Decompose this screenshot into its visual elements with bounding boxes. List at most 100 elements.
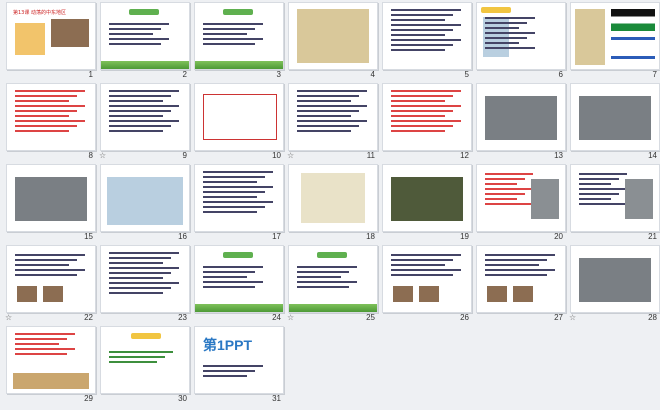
slide-thumbnail-cell[interactable]: 15 <box>3 164 97 244</box>
slide-decoration <box>109 267 179 269</box>
slide-thumbnail-cell[interactable]: 27 <box>473 245 567 325</box>
slide-number: 23 <box>178 313 187 322</box>
slide-decoration <box>485 17 535 19</box>
slide-thumbnail[interactable] <box>288 164 378 232</box>
slide-decoration <box>625 179 653 219</box>
slide-decoration <box>15 259 77 261</box>
slide-transition-star-icon: ☆ <box>287 313 295 322</box>
slide-thumbnail[interactable] <box>382 245 472 313</box>
slide-decoration <box>15 254 85 256</box>
slide-thumbnail-cell[interactable]: 30 <box>97 326 191 406</box>
slide-thumbnail[interactable] <box>194 245 284 313</box>
slide-thumbnail-cell[interactable]: ☆ 11 <box>285 83 379 163</box>
slide-thumbnail-cell[interactable]: 3 <box>191 2 285 82</box>
slide-decoration <box>15 125 77 127</box>
slide-thumbnail[interactable] <box>476 2 566 70</box>
slide-thumbnail[interactable] <box>382 164 472 232</box>
slide-decoration <box>109 351 173 353</box>
slide-transition-star-icon: ☆ <box>5 313 13 322</box>
slide-number: 17 <box>272 232 281 241</box>
slide-thumbnail-cell[interactable]: 7 <box>567 2 660 82</box>
slide-decoration <box>203 286 255 288</box>
slide-thumbnail-cell[interactable]: 2 <box>97 2 191 82</box>
slide-thumbnail-cell[interactable]: 5 <box>379 2 473 82</box>
slide-thumbnail-cell[interactable]: 29 <box>3 326 97 406</box>
slide-number: 31 <box>272 394 281 403</box>
slide-thumbnail-cell[interactable]: 17 <box>191 164 285 244</box>
slide-decoration <box>15 269 85 271</box>
slide-number: 29 <box>84 394 93 403</box>
slide-thumbnail-cell[interactable]: 第13课 动荡的中东地区 1 <box>3 2 97 82</box>
slide-thumbnail-cell[interactable]: 24 <box>191 245 285 325</box>
slide-thumbnail[interactable] <box>570 164 660 232</box>
slide-thumbnail[interactable] <box>6 326 96 394</box>
slide-thumbnail-cell[interactable]: 6 <box>473 2 567 82</box>
slide-decoration <box>391 19 445 21</box>
slide-number: 28 <box>648 313 657 322</box>
slide-thumbnail[interactable] <box>100 2 190 70</box>
slide-decoration <box>15 130 69 132</box>
slide-thumbnail[interactable] <box>194 164 284 232</box>
slide-number: 16 <box>178 232 187 241</box>
slide-thumbnail-cell[interactable]: 26 <box>379 245 473 325</box>
slide-decoration <box>485 47 535 49</box>
slide-thumbnail-cell[interactable]: 18 <box>285 164 379 244</box>
slide-thumbnail-cell[interactable]: 10 <box>191 83 285 163</box>
slide-thumbnail-cell[interactable]: 19 <box>379 164 473 244</box>
slide-thumbnail-cell[interactable]: ☆ 25 <box>285 245 379 325</box>
slide-thumbnail[interactable] <box>570 245 660 313</box>
slide-thumbnail[interactable]: 第13课 动荡的中东地区 <box>6 2 96 70</box>
slide-decoration <box>485 259 547 261</box>
slide-decoration <box>109 115 163 117</box>
slide-thumbnail-cell[interactable]: 20 <box>473 164 567 244</box>
slide-decoration <box>297 266 357 268</box>
slide-number: 3 <box>276 70 281 79</box>
slide-thumbnail-cell[interactable]: 21 <box>567 164 660 244</box>
slide-thumbnail-cell[interactable]: 8 <box>3 83 97 163</box>
slide-thumbnail[interactable] <box>100 83 190 151</box>
slide-decoration <box>485 193 525 195</box>
slide-sorter-grid: 第13课 动荡的中东地区 1 2 3 4 5 6 7 8 ☆ 9 10 ☆ 11 12 13 14 15 16 17 1… <box>3 2 660 406</box>
slide-thumbnail[interactable] <box>288 83 378 151</box>
slide-thumbnail[interactable] <box>100 245 190 313</box>
slide-thumbnail[interactable] <box>476 245 566 313</box>
slide-thumbnail-cell[interactable]: 第1PPT 31 <box>191 326 285 406</box>
slide-thumbnail[interactable] <box>194 2 284 70</box>
slide-decoration <box>203 266 263 268</box>
slide-decoration <box>579 178 619 180</box>
slide-thumbnail[interactable] <box>6 83 96 151</box>
slide-thumbnail-cell[interactable]: 13 <box>473 83 567 163</box>
slide-decoration <box>297 130 351 132</box>
slide-thumbnail-cell[interactable]: 14 <box>567 83 660 163</box>
slide-thumbnail[interactable] <box>382 83 472 151</box>
slide-decoration <box>297 95 359 97</box>
slide-thumbnail-cell[interactable]: ☆ 28 <box>567 245 660 325</box>
slide-decoration <box>579 188 627 190</box>
slide-decoration <box>15 348 75 350</box>
slide-number: 11 <box>366 151 375 160</box>
slide-decoration <box>109 43 161 45</box>
slide-thumbnail-cell[interactable]: ☆ 9 <box>97 83 191 163</box>
slide-decoration <box>289 304 377 312</box>
slide-thumbnail[interactable] <box>288 245 378 313</box>
slide-decoration <box>15 95 77 97</box>
slide-thumbnail-cell[interactable]: 4 <box>285 2 379 82</box>
slide-thumbnail[interactable]: 第1PPT <box>194 326 284 394</box>
slide-thumbnail[interactable] <box>570 83 660 151</box>
slide-thumbnail-cell[interactable]: 16 <box>97 164 191 244</box>
slide-thumbnail[interactable] <box>6 164 96 232</box>
slide-thumbnail[interactable] <box>100 164 190 232</box>
slide-thumbnail[interactable] <box>194 83 284 151</box>
slide-thumbnail[interactable] <box>570 2 660 70</box>
slide-thumbnail[interactable] <box>382 2 472 70</box>
slide-thumbnail[interactable] <box>476 83 566 151</box>
slide-thumbnail[interactable] <box>6 245 96 313</box>
slide-thumbnail[interactable] <box>288 2 378 70</box>
slide-thumbnail-cell[interactable]: 23 <box>97 245 191 325</box>
slide-thumbnail-cell[interactable]: ☆ 22 <box>3 245 97 325</box>
slide-thumbnail[interactable] <box>100 326 190 394</box>
slide-decoration <box>611 37 655 59</box>
slide-decoration <box>391 274 453 276</box>
slide-thumbnail-cell[interactable]: 12 <box>379 83 473 163</box>
slide-thumbnail[interactable] <box>476 164 566 232</box>
